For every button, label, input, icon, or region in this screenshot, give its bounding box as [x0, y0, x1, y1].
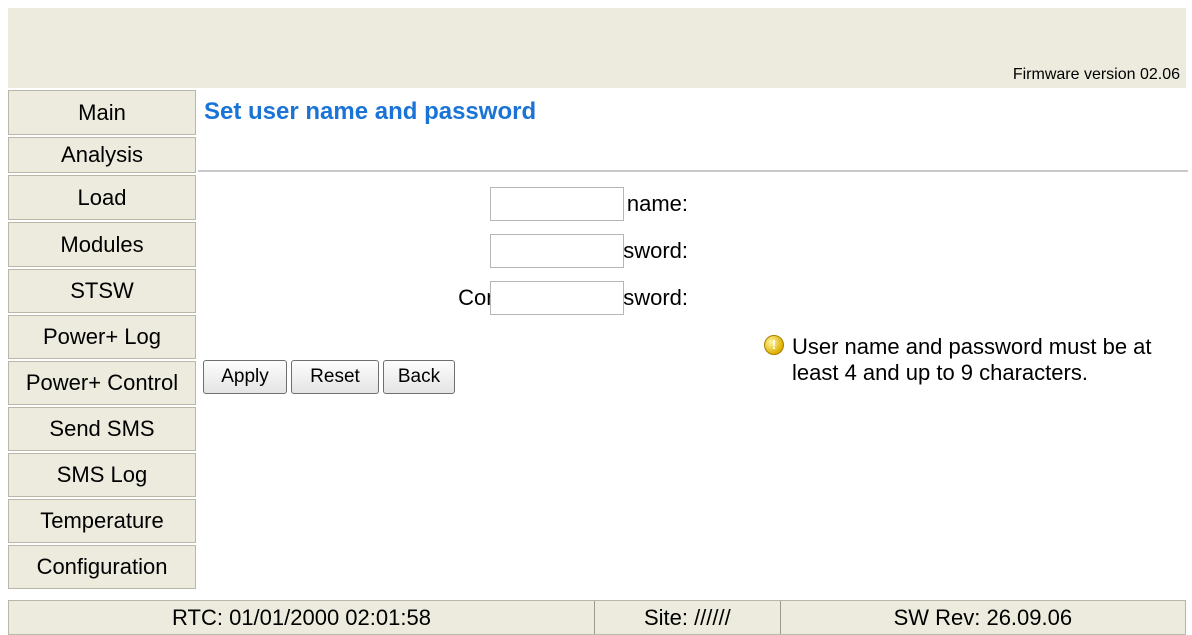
- warning-icon: !: [764, 335, 784, 355]
- sidebar-nav: Main Analysis Load Modules STSW Power+ L…: [8, 90, 196, 591]
- confirm-password-input[interactable]: [490, 281, 624, 315]
- reset-button[interactable]: Reset: [291, 360, 379, 394]
- password-input[interactable]: [490, 234, 624, 268]
- sidebar-item-power-log[interactable]: Power+ Log: [8, 315, 196, 359]
- divider: [198, 170, 1188, 172]
- sidebar-item-send-sms[interactable]: Send SMS: [8, 407, 196, 451]
- apply-button[interactable]: Apply: [203, 360, 287, 394]
- sidebar-item-configuration[interactable]: Configuration: [8, 545, 196, 589]
- confirm-password-row: Confirm new password:: [200, 281, 824, 315]
- password-row: New password:: [200, 234, 824, 268]
- back-button[interactable]: Back: [383, 360, 455, 394]
- sidebar-item-analysis[interactable]: Analysis: [8, 137, 196, 173]
- site-status: Site: //////: [595, 601, 781, 634]
- status-bar: RTC: 01/01/2000 02:01:58 Site: ////// SW…: [8, 600, 1186, 635]
- sidebar-item-power-control[interactable]: Power+ Control: [8, 361, 196, 405]
- page-title: Set user name and password: [204, 98, 537, 125]
- username-input[interactable]: [490, 187, 624, 221]
- firmware-version: Firmware version 02.06: [1012, 66, 1180, 83]
- rtc-status: RTC: 01/01/2000 02:01:58: [9, 601, 595, 634]
- sidebar-item-load[interactable]: Load: [8, 175, 196, 220]
- sidebar-item-sms-log[interactable]: SMS Log: [8, 453, 196, 497]
- info-text: User name and password must be at least …: [792, 334, 1152, 385]
- sidebar-item-stsw[interactable]: STSW: [8, 269, 196, 313]
- sidebar-item-modules[interactable]: Modules: [8, 222, 196, 267]
- sidebar-item-temperature[interactable]: Temperature: [8, 499, 196, 543]
- sidebar-item-main[interactable]: Main: [8, 90, 196, 135]
- username-row: New user name:: [200, 187, 824, 221]
- sw-rev-status: SW Rev: 26.09.06: [893, 605, 1073, 630]
- header-band: Firmware version 02.06: [8, 8, 1186, 88]
